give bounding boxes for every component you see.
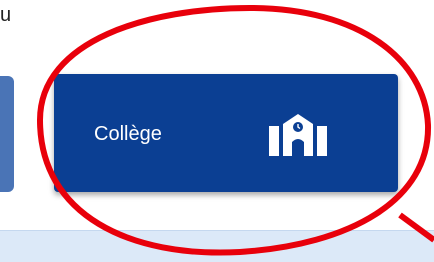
college-button-label: Collège — [94, 123, 162, 145]
previous-level-card[interactable] — [0, 76, 14, 192]
college-button[interactable]: Collège — [54, 74, 398, 192]
school-icon — [269, 114, 327, 156]
content-band — [0, 230, 434, 262]
partial-heading-text: u — [0, 4, 12, 26]
